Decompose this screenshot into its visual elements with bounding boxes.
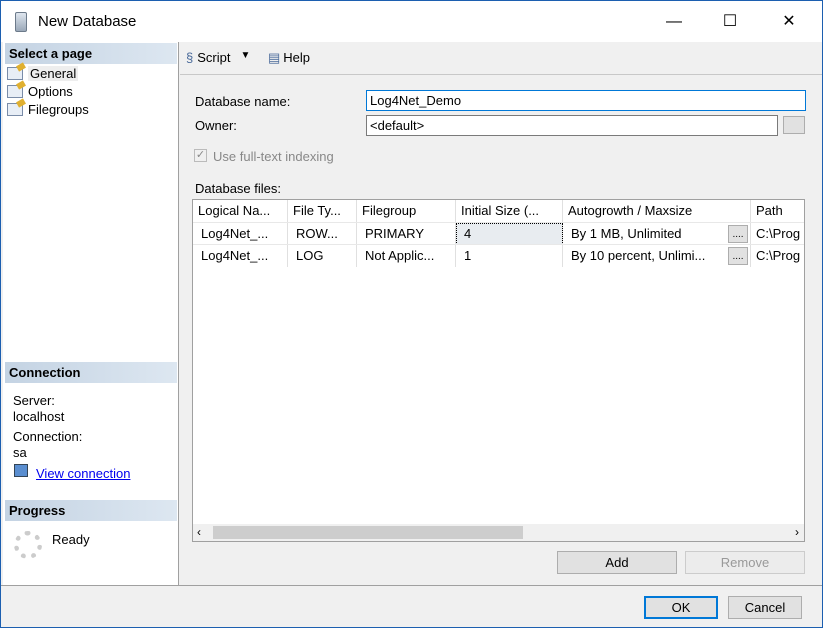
title-bar: New Database — ☐ ✕ bbox=[1, 1, 822, 42]
server-value: localhost bbox=[13, 409, 65, 424]
column-header[interactable]: Filegroup bbox=[357, 200, 456, 222]
toolbar: § Script ▼ ▤ Help bbox=[180, 42, 822, 75]
column-header[interactable]: File Ty... bbox=[288, 200, 357, 222]
cell[interactable]: LOG bbox=[288, 245, 357, 267]
script-button[interactable]: § Script ▼ bbox=[186, 50, 250, 65]
cell[interactable]: Log4Net_... bbox=[193, 223, 288, 245]
cell[interactable]: Not Applic... bbox=[357, 245, 456, 267]
sidebar-item-options[interactable]: Options bbox=[7, 83, 73, 100]
connection-label: Connection: bbox=[13, 429, 83, 444]
view-connection-link[interactable]: View connection bbox=[36, 466, 130, 481]
sidebar-item-label: Filegroups bbox=[28, 102, 89, 117]
table-row[interactable]: Log4Net_... ROW... PRIMARY 4 By 1 MB, Un… bbox=[193, 222, 804, 245]
script-icon: § bbox=[186, 50, 194, 65]
cell[interactable]: C:\Prog bbox=[751, 223, 804, 245]
select-page-header: Select a page bbox=[5, 43, 177, 64]
database-files-grid: Logical Na... File Ty... Filegroup Initi… bbox=[192, 199, 805, 542]
ok-button[interactable]: OK bbox=[644, 596, 718, 619]
cell[interactable]: 1 bbox=[456, 245, 563, 267]
database-name-input[interactable] bbox=[366, 90, 806, 111]
minimize-button[interactable]: — bbox=[645, 1, 703, 42]
column-header[interactable]: Autogrowth / Maxsize bbox=[563, 200, 751, 222]
database-name-label: Database name: bbox=[195, 94, 291, 109]
database-files-label: Database files: bbox=[195, 181, 281, 196]
window-title: New Database bbox=[38, 13, 137, 30]
page-icon bbox=[7, 103, 23, 116]
owner-label: Owner: bbox=[195, 118, 237, 133]
database-icon bbox=[15, 12, 27, 32]
help-button[interactable]: ▤ Help bbox=[268, 50, 310, 66]
connection-header: Connection bbox=[5, 362, 177, 383]
sidebar-item-filegroups[interactable]: Filegroups bbox=[7, 101, 89, 118]
help-icon: ▤ bbox=[268, 50, 281, 65]
sidebar-item-label: Options bbox=[28, 84, 73, 99]
connection-value: sa bbox=[13, 445, 27, 460]
connection-icon bbox=[14, 464, 28, 477]
maximize-button[interactable]: ☐ bbox=[701, 1, 759, 42]
server-label: Server: bbox=[13, 393, 55, 408]
sidebar-item-label: General bbox=[28, 66, 79, 81]
checkbox-icon: ✓ bbox=[194, 149, 207, 162]
cell[interactable]: Log4Net_... bbox=[193, 245, 288, 267]
cell[interactable]: By 10 percent, Unlimi... bbox=[563, 245, 751, 267]
cell[interactable]: ROW... bbox=[288, 223, 357, 245]
remove-button[interactable]: Remove bbox=[685, 551, 805, 574]
cell[interactable]: 4 bbox=[456, 223, 563, 245]
progress-spinner-icon bbox=[14, 531, 42, 559]
scrollbar-thumb[interactable] bbox=[213, 526, 523, 539]
scroll-right-icon[interactable]: › bbox=[795, 525, 799, 539]
cell[interactable]: C:\Prog bbox=[751, 245, 804, 267]
column-header[interactable]: Logical Na... bbox=[193, 200, 288, 222]
column-header[interactable]: Path bbox=[751, 200, 804, 222]
grid-header: Logical Na... File Ty... Filegroup Initi… bbox=[193, 200, 804, 222]
dropdown-arrow-icon[interactable]: ▼ bbox=[240, 50, 250, 65]
sidebar-item-general[interactable]: General bbox=[7, 65, 79, 82]
owner-browse-button[interactable] bbox=[783, 116, 805, 134]
horizontal-scrollbar[interactable]: ‹ › bbox=[193, 524, 804, 541]
scroll-left-icon[interactable]: ‹ bbox=[197, 525, 201, 539]
autogrowth-ellipsis-button[interactable]: .... bbox=[728, 247, 748, 265]
cell[interactable]: By 1 MB, Unlimited bbox=[563, 223, 751, 245]
dialog-footer: OK Cancel bbox=[1, 585, 822, 627]
new-database-dialog: New Database — ☐ ✕ Select a page General… bbox=[0, 0, 823, 628]
close-button[interactable]: ✕ bbox=[760, 1, 818, 42]
autogrowth-ellipsis-button[interactable]: .... bbox=[728, 225, 748, 243]
cell[interactable]: PRIMARY bbox=[357, 223, 456, 245]
left-pane: Select a page General Options Filegroups… bbox=[3, 42, 179, 585]
add-button[interactable]: Add bbox=[557, 551, 677, 574]
fulltext-checkbox[interactable]: ✓ Use full-text indexing bbox=[194, 149, 334, 164]
progress-status: Ready bbox=[52, 532, 90, 547]
table-row[interactable]: Log4Net_... LOG Not Applic... 1 By 10 pe… bbox=[193, 244, 804, 267]
cancel-button[interactable]: Cancel bbox=[728, 596, 802, 619]
owner-input[interactable] bbox=[366, 115, 778, 136]
column-header[interactable]: Initial Size (... bbox=[456, 200, 563, 222]
page-icon bbox=[7, 67, 23, 80]
progress-header: Progress bbox=[5, 500, 177, 521]
general-page: §Script▼ ▤Help Database name: Owner: ✓Us… bbox=[180, 42, 822, 585]
page-icon bbox=[7, 85, 23, 98]
